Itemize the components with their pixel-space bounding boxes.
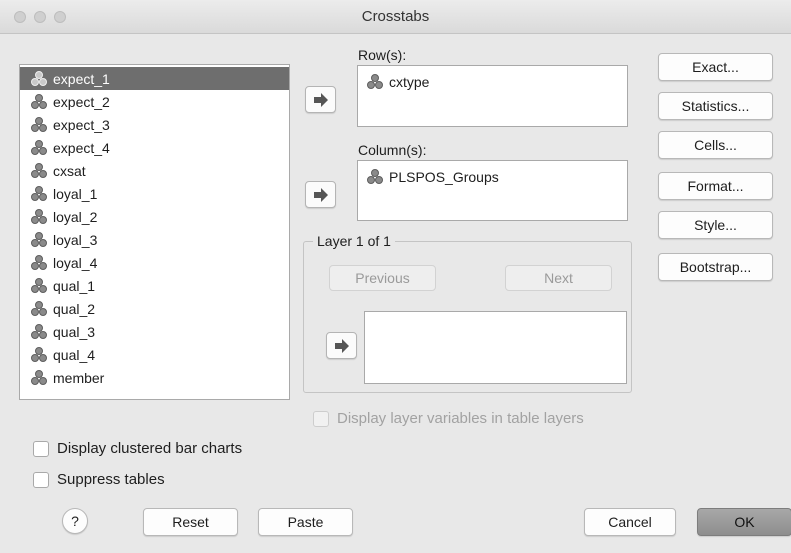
columns-label: Column(s):	[358, 142, 427, 158]
variable-list-item[interactable]: member	[20, 366, 289, 389]
nominal-variable-icon	[30, 231, 48, 248]
variable-list-item-label: expect_3	[53, 116, 110, 133]
next-layer-button[interactable]: Next	[505, 265, 612, 291]
variable-list-item[interactable]: expect_4	[20, 136, 289, 159]
cancel-button[interactable]: Cancel	[584, 508, 676, 536]
reset-button[interactable]: Reset	[143, 508, 238, 536]
arrow-right-icon	[313, 92, 328, 107]
title-bar: Crosstabs	[0, 0, 791, 34]
variable-list-item[interactable]: qual_4	[20, 343, 289, 366]
nominal-variable-icon	[30, 254, 48, 271]
variable-list-item-label: qual_4	[53, 346, 96, 363]
window-title: Crosstabs	[361, 8, 430, 25]
variable-list-item-label: expect_4	[53, 139, 110, 156]
nominal-variable-icon	[30, 93, 48, 110]
variable-list-item-label: qual_3	[53, 323, 96, 340]
rows-label: Row(s):	[358, 47, 407, 63]
nominal-variable-icon	[30, 185, 48, 202]
nominal-variable-icon	[30, 139, 48, 156]
variable-list-item-label: loyal_2	[53, 208, 98, 225]
format-button[interactable]: Format...	[658, 172, 773, 200]
variable-list-item-label: qual_2	[53, 300, 96, 317]
clustered-bar-charts-checkbox[interactable]	[33, 440, 49, 457]
nominal-variable-icon	[30, 208, 48, 225]
variable-list-item[interactable]: qual_1	[20, 274, 289, 297]
variable-list-item-label: expect_1	[53, 70, 110, 87]
variable-list-item-label: member	[53, 369, 105, 386]
nominal-variable-icon	[30, 300, 48, 317]
variable-list-item[interactable]: cxsat	[20, 159, 289, 182]
layer-legend: Layer 1 of 1	[313, 233, 395, 249]
variable-list-item-label: qual_1	[53, 277, 96, 294]
variable-list-item[interactable]: loyal_3	[20, 228, 289, 251]
nominal-variable-icon	[30, 116, 48, 133]
nominal-variable-icon	[30, 323, 48, 340]
clustered-bar-charts-option[interactable]: Display clustered bar charts	[33, 440, 242, 457]
bootstrap-button[interactable]: Bootstrap...	[658, 253, 773, 281]
variable-list-item-label: loyal_3	[53, 231, 98, 248]
variable-list-item[interactable]: expect_1	[20, 67, 289, 90]
suppress-tables-label: Suppress tables	[57, 471, 165, 488]
variable-list-item[interactable]: loyal_1	[20, 182, 289, 205]
variable-list-item[interactable]: qual_2	[20, 297, 289, 320]
nominal-variable-icon	[366, 169, 384, 185]
nominal-variable-icon	[30, 162, 48, 179]
columns-item-label: PLSPOS_Groups	[389, 169, 499, 185]
style-button[interactable]: Style...	[658, 211, 773, 239]
display-layer-variables-checkbox[interactable]	[313, 410, 329, 427]
paste-button[interactable]: Paste	[258, 508, 353, 536]
suppress-tables-checkbox[interactable]	[33, 471, 49, 488]
cells-button[interactable]: Cells...	[658, 131, 773, 159]
nominal-variable-icon	[366, 74, 384, 90]
nominal-variable-icon	[30, 70, 48, 87]
variable-list[interactable]: expect_1 expect_2 expect_3 expect_4cxsat loy…	[19, 64, 290, 400]
variable-list-item[interactable]: expect_2	[20, 90, 289, 113]
rows-item[interactable]: cxtype	[366, 72, 627, 92]
variable-list-item[interactable]: expect_3	[20, 113, 289, 136]
move-to-columns-button[interactable]	[305, 181, 336, 208]
nominal-variable-icon	[30, 346, 48, 363]
previous-layer-button[interactable]: Previous	[329, 265, 436, 291]
layer-box[interactable]	[364, 311, 627, 384]
display-layer-variables-label: Display layer variables in table layers	[337, 410, 584, 427]
variable-list-item-label: loyal_4	[53, 254, 98, 271]
suppress-tables-option[interactable]: Suppress tables	[33, 471, 165, 488]
variable-list-item-label: loyal_1	[53, 185, 98, 202]
variable-list-item-label: expect_2	[53, 93, 110, 110]
display-layer-variables-option[interactable]: Display layer variables in table layers	[313, 410, 584, 427]
clustered-bar-charts-label: Display clustered bar charts	[57, 440, 243, 457]
statistics-button[interactable]: Statistics...	[658, 92, 773, 120]
move-to-rows-button[interactable]	[305, 86, 336, 113]
exact-button[interactable]: Exact...	[658, 53, 773, 81]
variable-list-item[interactable]: qual_3	[20, 320, 289, 343]
help-button[interactable]: ?	[62, 508, 88, 534]
variable-list-item[interactable]: loyal_2	[20, 205, 289, 228]
arrow-right-icon	[313, 187, 328, 202]
ok-button[interactable]: OK	[697, 508, 791, 536]
columns-box[interactable]: PLSPOS_Groups	[357, 160, 628, 221]
rows-box[interactable]: cxtype	[357, 65, 628, 127]
variable-list-item[interactable]: loyal_4	[20, 251, 289, 274]
nominal-variable-icon	[30, 277, 48, 294]
nominal-variable-icon	[30, 369, 48, 386]
variable-list-item-label: cxsat	[53, 162, 86, 179]
columns-item[interactable]: PLSPOS_Groups	[366, 167, 627, 187]
rows-item-label: cxtype	[389, 74, 430, 90]
